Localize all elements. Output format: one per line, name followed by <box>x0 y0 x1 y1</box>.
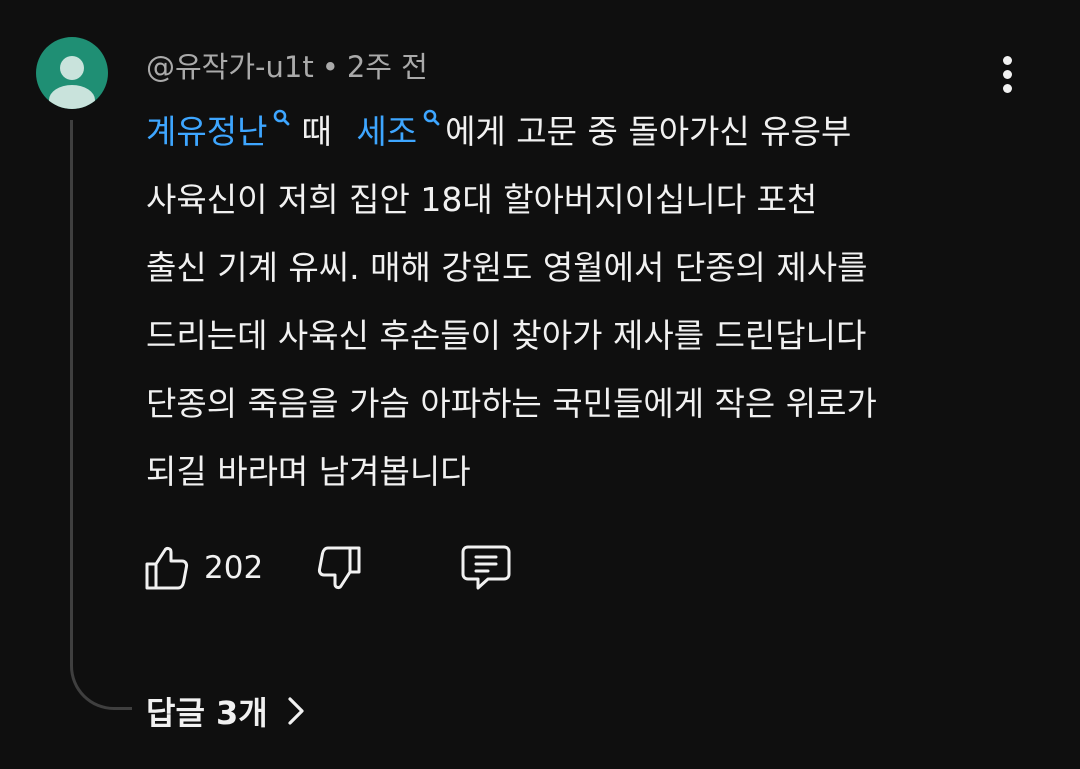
search-icon[interactable] <box>421 108 443 130</box>
reply-button[interactable] <box>456 538 516 598</box>
comment-line-1: 계유정난 때 세조 에게 고문 중 돌아가신 유응부 <box>146 98 1046 166</box>
comment-text-segment: 때 <box>301 112 332 151</box>
search-link-gyeyujeongnan[interactable]: 계유정난 <box>146 112 267 151</box>
more-vert-icon-dot <box>1003 70 1012 79</box>
comment-line-6: 되길 바라며 남겨봅니다 <box>146 452 471 491</box>
comment-icon <box>461 545 511 590</box>
comment-text-segment: 에게 고문 중 돌아가신 유응부 <box>445 112 852 151</box>
replies-label: 답글 3개 <box>146 694 268 732</box>
more-vert-icon <box>1003 56 1012 65</box>
chevron-right-icon <box>288 697 304 725</box>
more-vert-icon-dot <box>1003 84 1012 93</box>
thumb-up-icon <box>145 546 189 590</box>
thumb-down-icon <box>317 546 361 590</box>
reply-thread-line <box>70 120 132 710</box>
comment-line-2: 사육신이 저희 집안 18대 할아버지이십니다 포천 <box>146 180 818 219</box>
search-link-sejo[interactable]: 세조 <box>356 112 417 151</box>
comment-header: @유작가-u1t • 2주 전 <box>146 44 428 86</box>
author-name[interactable]: @유작가-u1t <box>146 50 314 84</box>
comment-timestamp[interactable]: 2주 전 <box>347 50 428 84</box>
search-icon[interactable] <box>271 108 293 130</box>
comment-line-4: 드리는데 사육신 후손들이 찾아가 제사를 드린답니다 <box>146 316 867 355</box>
header-separator: • <box>321 50 339 84</box>
dislike-button[interactable] <box>310 538 366 598</box>
default-user-icon <box>49 56 95 109</box>
avatar[interactable] <box>36 37 108 109</box>
comment-text: 계유정난 때 세조 에게 고문 중 돌아가신 유응부 사육신이 저희 집안 18대 … <box>146 98 1046 506</box>
view-replies-button[interactable]: 답글 3개 <box>146 686 308 736</box>
comment-line-5: 단종의 죽음을 가슴 아파하는 국민들에게 작은 위로가 <box>146 384 877 423</box>
comment-line-3: 출신 기계 유씨. 매해 강원도 영월에서 단종의 제사를 <box>146 248 868 287</box>
like-count: 202 <box>204 550 264 586</box>
like-button[interactable] <box>140 538 196 598</box>
more-options-button[interactable] <box>988 50 1028 98</box>
comment-card: @유작가-u1t • 2주 전 계유정난 때 세조 에게 고문 중 돌아가신 유응부 사… <box>0 0 1080 769</box>
